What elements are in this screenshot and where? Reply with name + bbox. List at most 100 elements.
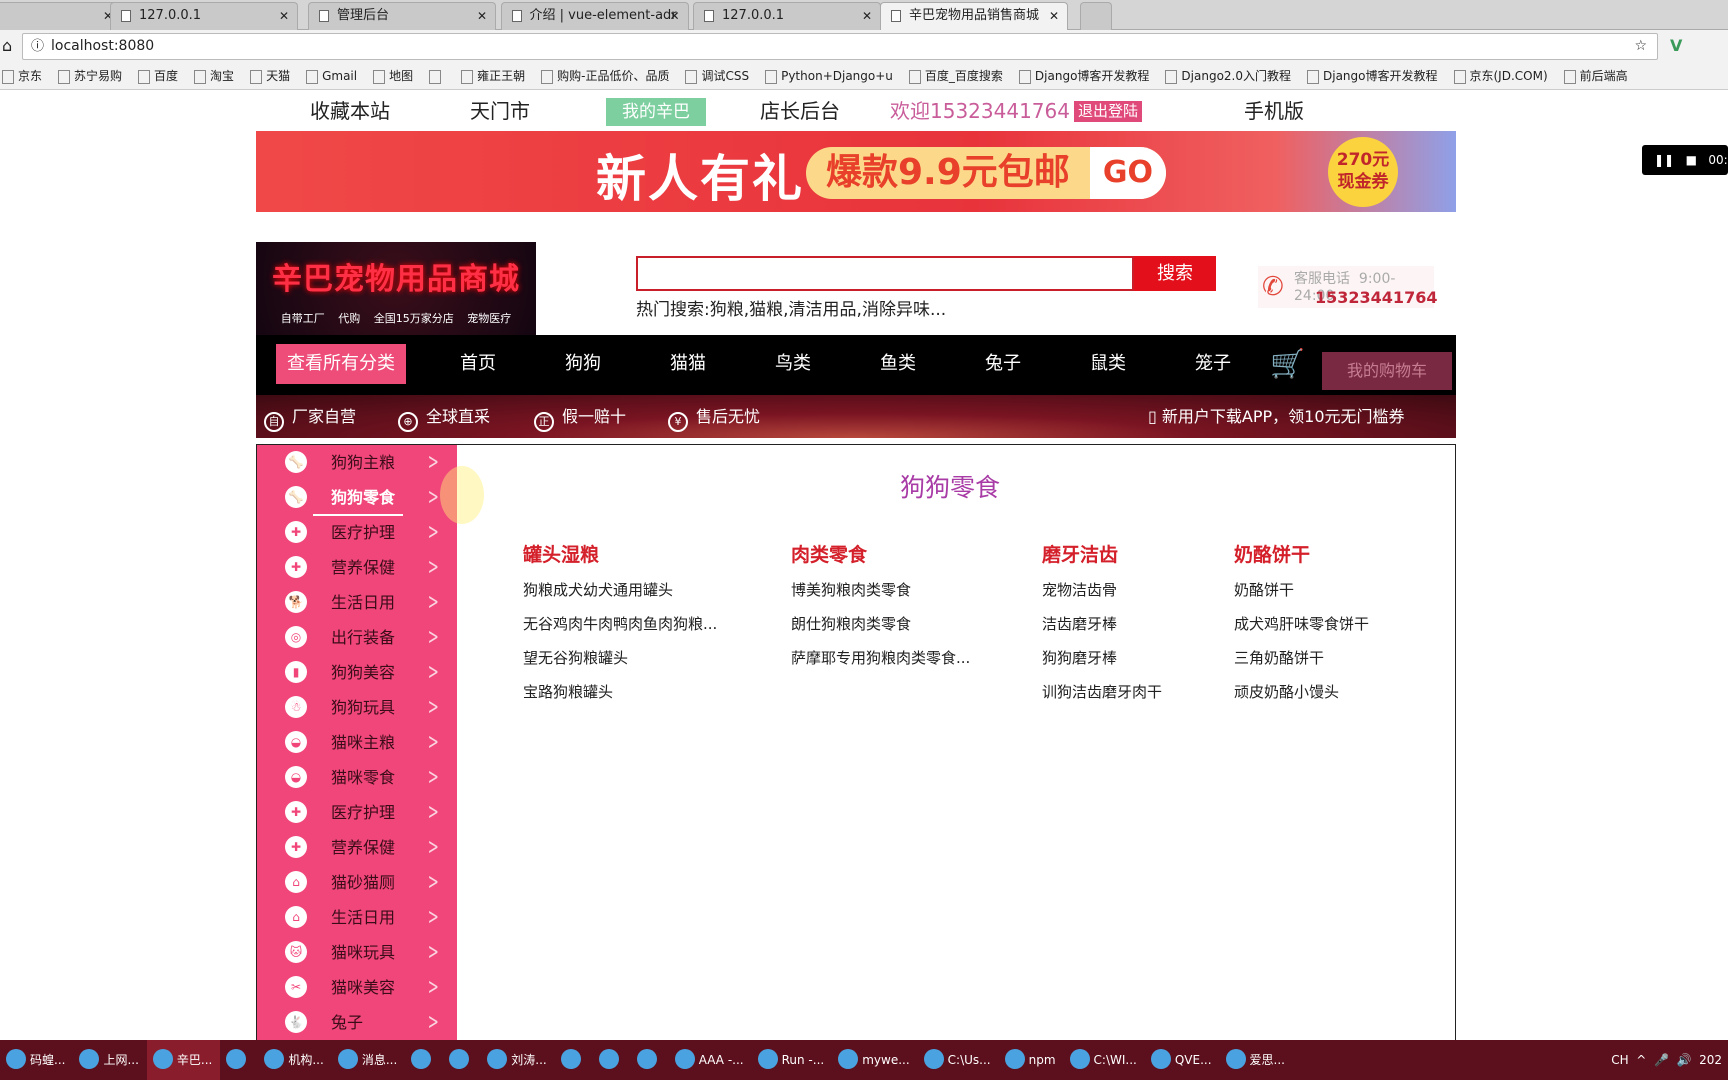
favorite-link[interactable]: 收藏本站 [310, 96, 390, 126]
clock[interactable]: 202 [1699, 1053, 1722, 1067]
new-tab-button[interactable] [1080, 2, 1112, 30]
vue-devtools-icon[interactable]: V [1670, 36, 1682, 55]
taskbar-app[interactable]: C:\Us... [918, 1040, 999, 1080]
bookmark-item[interactable]: 苏宁易购 [56, 69, 122, 83]
taskbar-app[interactable]: 码蝗... [0, 1040, 73, 1080]
all-categories-button[interactable]: 查看所有分类 [276, 344, 406, 384]
stop-icon[interactable]: ■ [1686, 153, 1697, 167]
nav-home[interactable]: 首页 [460, 344, 496, 384]
subcategory-link[interactable]: 萨摩耶专用狗粮肉类零食... [791, 647, 970, 668]
bookmark-item[interactable]: 百度 [136, 69, 178, 83]
taskbar-app[interactable]: npm [999, 1040, 1064, 1080]
bookmark-item[interactable]: Django博客开发教程 [1017, 69, 1150, 83]
info-icon[interactable]: ⓘ [31, 34, 44, 59]
hot-searches[interactable]: 热门搜索:狗粮,猫粮,清洁用品,消除异味... [636, 295, 946, 320]
url-input[interactable]: ⓘ localhost:8080 ☆ [22, 33, 1658, 60]
taskbar-app[interactable]: 辛巴... [146, 1040, 221, 1080]
sidebar-item[interactable]: 🐕 生活日用 > [257, 585, 457, 620]
bookmark-item[interactable]: 调试CSS [683, 69, 749, 83]
tab-close-icon[interactable]: ✕ [669, 3, 679, 29]
bookmark-item[interactable]: 淘宝 [192, 69, 234, 83]
my-account-button[interactable]: 我的辛巴 [606, 98, 706, 126]
nav-fish[interactable]: 鱼类 [880, 344, 916, 384]
bookmark-item[interactable]: 地图 [371, 69, 413, 83]
admin-link[interactable]: 店长后台 [760, 96, 840, 126]
home-icon[interactable]: ⌂ [2, 36, 12, 55]
sidebar-item[interactable]: ⌂ 生活日用 > [257, 900, 457, 935]
taskbar-app[interactable] [631, 1040, 669, 1080]
sidebar-item[interactable]: ✚ 营养保健 > [257, 550, 457, 585]
taskbar-app[interactable]: Run -... [752, 1040, 833, 1080]
tab-close-icon[interactable]: ✕ [1049, 3, 1059, 29]
sidebar-item[interactable]: 🐇 兔子 > [257, 1005, 457, 1040]
sidebar-item[interactable]: 🦴 狗狗零食 > [257, 480, 457, 516]
sidebar-item[interactable]: ⌂ 猫砂猫厕 > [257, 865, 457, 900]
column-header[interactable]: 磨牙洁齿 [1042, 540, 1118, 567]
taskbar-app[interactable] [593, 1040, 631, 1080]
bookmark-item[interactable] [427, 69, 445, 83]
logout-button[interactable]: 退出登陆 [1074, 101, 1143, 122]
sidebar-item[interactable]: ◒ 猫咪零食 > [257, 760, 457, 795]
bookmark-item[interactable]: Python+Django+u [763, 69, 893, 83]
tab-close-icon[interactable]: ✕ [477, 3, 487, 29]
nav-cages[interactable]: 笼子 [1195, 344, 1231, 384]
subcategory-link[interactable]: 训狗洁齿磨牙肉干 [1042, 681, 1162, 702]
subcategory-link[interactable]: 成犬鸡肝味零食饼干 [1234, 613, 1369, 634]
browser-tab[interactable]: 127.0.0.1 ✕ [693, 2, 881, 30]
my-cart-button[interactable]: 我的购物车 [1322, 352, 1452, 390]
site-logo[interactable]: 辛巴宠物用品商城 自带工厂 代购 全国15万家分店 宠物医疗 [256, 242, 536, 335]
nav-birds[interactable]: 鸟类 [775, 344, 811, 384]
bookmark-item[interactable]: 雍正王朝 [459, 69, 525, 83]
sidebar-item[interactable]: ✚ 医疗护理 > [257, 795, 457, 830]
subcategory-link[interactable]: 无谷鸡肉牛肉鸭肉鱼肉狗粮... [523, 613, 717, 634]
bookmark-item[interactable]: 京东 [0, 69, 42, 83]
banner-go[interactable]: GO [1090, 147, 1166, 199]
pause-icon[interactable]: ❚❚ [1654, 153, 1674, 167]
sidebar-item[interactable]: ▮ 狗狗美容 > [257, 655, 457, 690]
browser-tab[interactable]: 127.0.0.1 ✕ [110, 2, 298, 30]
taskbar-app[interactable] [405, 1040, 443, 1080]
subcategory-link[interactable]: 望无谷狗粮罐头 [523, 647, 628, 668]
bookmark-item[interactable]: 前后端高 [1562, 69, 1628, 83]
subcategory-link[interactable]: 宠物洁齿骨 [1042, 579, 1117, 600]
sidebar-item[interactable]: ✚ 医疗护理 > [257, 515, 457, 550]
taskbar-app[interactable] [220, 1040, 258, 1080]
cart-icon[interactable]: 🛒 [1270, 347, 1305, 380]
sidebar-item[interactable]: ☃ 狗狗玩具 > [257, 690, 457, 725]
search-button[interactable]: 搜索 [1134, 256, 1216, 291]
city-link[interactable]: 天门市 [470, 96, 530, 126]
subcategory-link[interactable]: 洁齿磨牙棒 [1042, 613, 1117, 634]
bookmark-item[interactable]: 购购-正品低价、品质 [539, 69, 669, 83]
taskbar-app[interactable]: QVE... [1145, 1040, 1220, 1080]
bookmark-item[interactable]: Django博客开发教程 [1305, 69, 1438, 83]
subcategory-link[interactable]: 奶酪饼干 [1234, 579, 1294, 600]
column-header[interactable]: 罐头湿粮 [523, 540, 599, 567]
taskbar-app[interactable]: 爱思... [1220, 1040, 1293, 1080]
tab-close-icon[interactable]: ✕ [279, 3, 289, 29]
taskbar-app[interactable]: mywe... [832, 1040, 917, 1080]
taskbar-app[interactable] [443, 1040, 481, 1080]
nav-rodents[interactable]: 鼠类 [1090, 344, 1126, 384]
sidebar-item[interactable]: 🦴 狗狗主粮 > [257, 445, 457, 480]
browser-tab[interactable]: 介绍 | vue-element-adr ✕ [500, 2, 689, 30]
column-header[interactable]: 奶酪饼干 [1234, 540, 1310, 567]
tab-close-icon[interactable]: ✕ [862, 3, 872, 29]
taskbar-app[interactable]: 刘涛... [481, 1040, 554, 1080]
nav-cats[interactable]: 猫猫 [670, 344, 706, 384]
nav-dogs[interactable]: 狗狗 [565, 344, 601, 384]
sidebar-item[interactable]: ◒ 猫咪主粮 > [257, 725, 457, 760]
sidebar-item[interactable]: ◎ 出行装备 > [257, 620, 457, 655]
subcategory-link[interactable]: 三角奶酪饼干 [1234, 647, 1324, 668]
browser-tab[interactable]: 辛巴宠物用品销售商城 ✕ [880, 2, 1068, 30]
sidebar-item[interactable]: 🐱 猫咪玩具 > [257, 935, 457, 970]
mobile-link[interactable]: 手机版 [1244, 96, 1304, 126]
bookmark-item[interactable]: 京东(JD.COM) [1452, 69, 1548, 83]
browser-tab[interactable]: ✕ [0, 2, 122, 30]
column-header[interactable]: 肉类零食 [791, 540, 867, 567]
browser-tab[interactable]: 管理后台 ✕ [308, 2, 496, 30]
app-download-promo[interactable]: ▯ 新用户下载APP，领10元无门槛券 [1148, 395, 1405, 438]
star-icon[interactable]: ☆ [1634, 34, 1647, 59]
subcategory-link[interactable]: 宝路狗粮罐头 [523, 681, 613, 702]
subcategory-link[interactable]: 狗狗磨牙棒 [1042, 647, 1117, 668]
sidebar-item[interactable]: ✂ 猫咪美容 > [257, 970, 457, 1005]
